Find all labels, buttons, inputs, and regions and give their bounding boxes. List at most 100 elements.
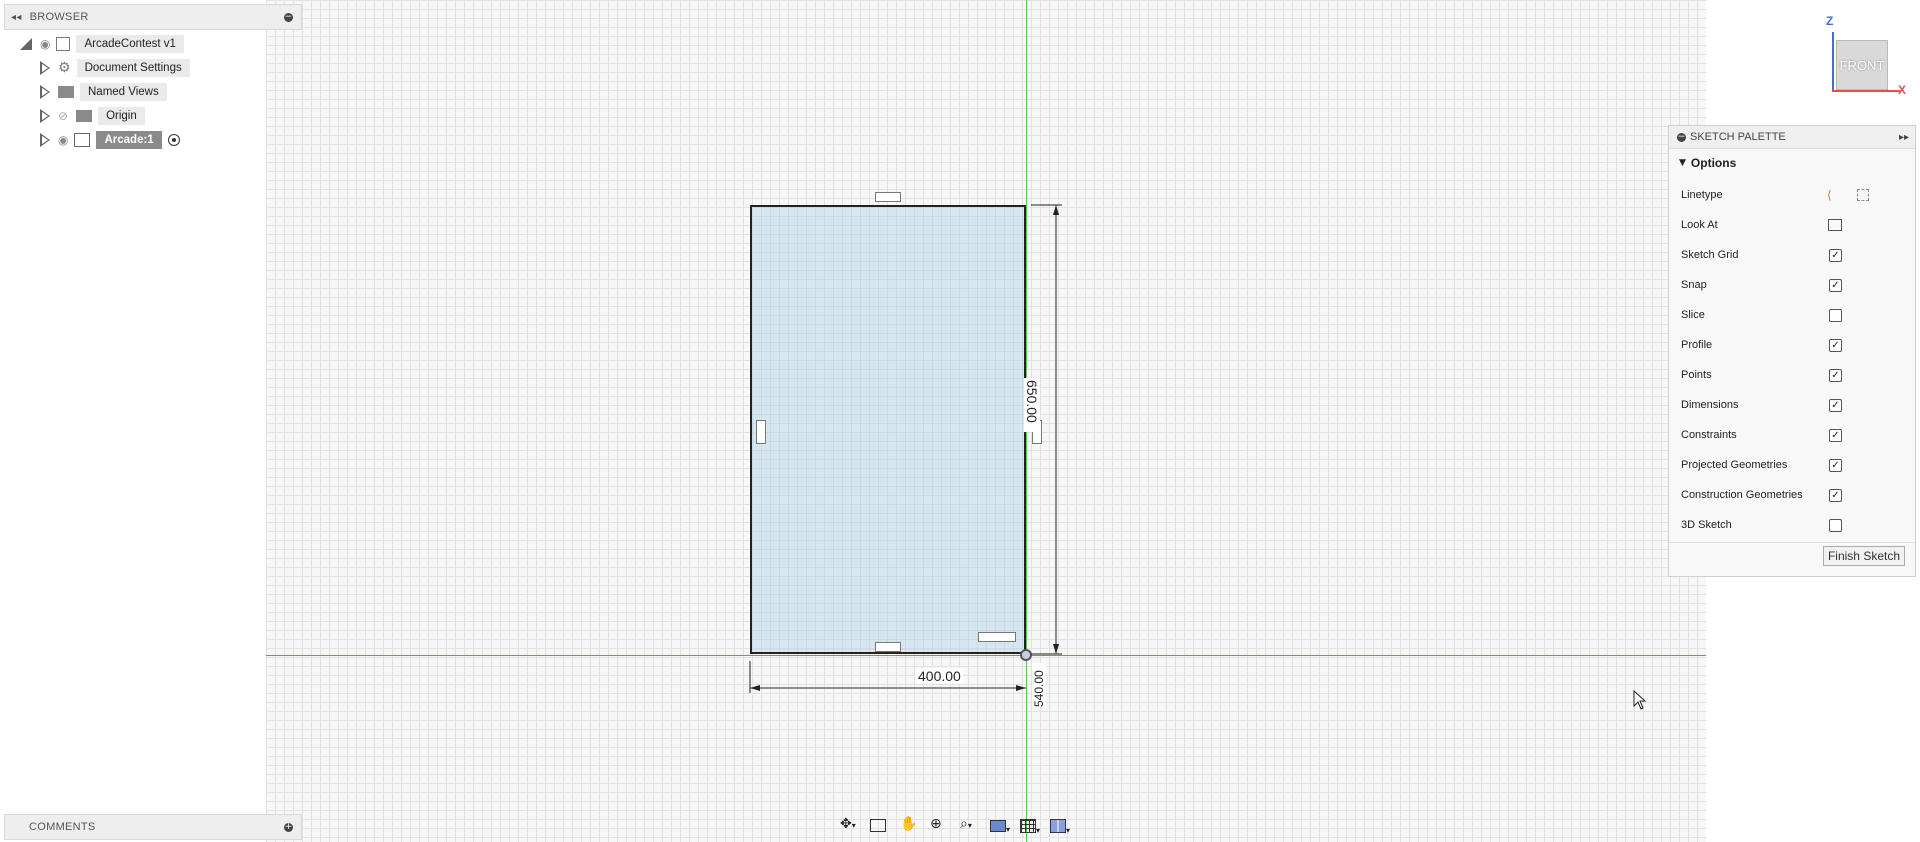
construction-linetype-icon[interactable]: ⟨ [1827,188,1832,202]
collapse-arrow-icon[interactable]: ▼ [1679,158,1686,168]
activate-radio-icon[interactable] [167,134,180,146]
x-axis-line [266,655,1706,656]
z-axis-indicator [1832,32,1834,90]
dimension-width-label[interactable]: 400.00 [916,668,963,684]
constraints-checkbox[interactable]: ✓ [1829,428,1842,442]
option-label: Construction Geometries [1681,489,1803,501]
dropdown-arrow-icon[interactable]: ▾ [852,821,856,830]
horizontal-constraint-icon[interactable] [875,642,901,652]
tree-item-origin[interactable]: ⊘ Origin [40,106,145,126]
horizontal-constraint-icon[interactable] [875,192,901,202]
option-label: Profile [1681,339,1713,351]
axis-x-label: X [1898,83,1907,97]
comments-header[interactable]: COMMENTS + [4,814,302,840]
3d-sketch-checkbox[interactable] [1829,518,1842,532]
view-cube[interactable]: Z X FRONT [1826,14,1906,98]
option-profile: Profile ✓ [1681,335,1901,355]
palette-divider [1669,542,1915,543]
look-at-icon[interactable] [1828,219,1842,231]
look-at-icon [870,819,886,832]
option-label: Constraints [1681,429,1737,441]
browser-panel: ◂◂ BROWSER − [4,4,302,30]
expand-triangle-icon[interactable] [20,38,32,50]
sketch-palette: − SKETCH PALETTE ▸▸ ▼ Options Linetype ⟨… [1668,125,1916,577]
browser-header[interactable]: ◂◂ BROWSER − [4,4,302,30]
dropdown-arrow-icon[interactable]: ▾ [1066,826,1070,835]
construction-geometries-checkbox[interactable]: ✓ [1829,488,1842,502]
minus-icon[interactable]: − [284,12,293,22]
snap-checkbox[interactable]: ✓ [1829,278,1842,292]
option-construction-geometries: Construction Geometries ✓ [1681,485,1901,505]
profile-checkbox[interactable]: ✓ [1829,338,1842,352]
zoom-button[interactable]: ⊕ [930,816,956,836]
tree-item-label[interactable]: Document Settings [76,59,190,77]
component-icon [56,37,71,51]
pan-button[interactable]: ✋ [900,816,926,836]
finish-sketch-button[interactable]: Finish Sketch [1822,546,1905,566]
option-label: Linetype [1681,189,1723,201]
dropdown-arrow-icon[interactable]: ▾ [1036,826,1040,835]
expand-arrow-icon[interactable] [40,61,50,75]
fit-button[interactable]: ⌕▾ [960,816,986,836]
magnifier-icon: ⌕ [960,816,968,832]
option-linetype: Linetype ⟨ [1681,185,1901,205]
viewports-button[interactable]: ▾ [1050,816,1076,836]
dimension-small-label[interactable]: 540.00 [1032,663,1046,707]
view-cube-face-label: FRONT [1839,57,1885,73]
view-cube-front-face[interactable]: FRONT [1836,40,1888,90]
grid-settings-button[interactable]: ▾ [1020,816,1046,836]
eye-hidden-icon[interactable]: ⊘ [58,109,68,123]
centerline-linetype-icon[interactable] [1857,189,1869,201]
points-checkbox[interactable]: ✓ [1829,368,1842,382]
tree-item-arcade[interactable]: ◉ Arcade:1 [40,130,180,150]
tree-root[interactable]: ◉ ArcadeContest v1 [20,34,184,54]
sketch-grid-checkbox[interactable]: ✓ [1829,248,1842,262]
eye-icon[interactable]: ◉ [40,37,50,51]
expand-arrow-icon[interactable] [40,133,50,147]
tree-item-document-settings[interactable]: ⚙ Document Settings [40,58,190,78]
option-snap: Snap ✓ [1681,275,1901,295]
palette-header[interactable]: − SKETCH PALETTE ▸▸ [1669,126,1915,149]
expand-icon[interactable]: ▸▸ [1899,132,1909,143]
mouse-cursor-icon [1633,690,1647,710]
tree-item-label[interactable]: Arcade:1 [96,131,162,149]
sketch-profile-rectangle[interactable] [750,205,1026,654]
options-section-header[interactable]: ▼ Options [1679,156,1736,170]
option-label: Sketch Grid [1681,249,1739,261]
collapse-icon[interactable]: ◂◂ [11,12,22,23]
look-at-button[interactable] [870,816,896,836]
dropdown-arrow-icon[interactable]: ▾ [968,821,972,830]
coincident-constraint-icon[interactable] [978,632,1016,642]
display-settings-button[interactable]: ▾ [990,816,1016,836]
gear-icon: ⚙ [58,60,71,76]
tree-item-label[interactable]: Named Views [80,83,167,101]
navigation-toolbar: ✥▾ ✋ ⊕ ⌕▾ ▾ ▾ ▾ [840,815,1076,837]
vertical-constraint-icon[interactable] [756,420,766,444]
origin-point[interactable] [1020,649,1032,661]
projected-geometries-checkbox[interactable]: ✓ [1829,458,1842,472]
expand-arrow-icon[interactable] [40,85,50,99]
dropdown-arrow-icon[interactable]: ▾ [1006,825,1010,834]
slice-checkbox[interactable] [1829,308,1842,322]
expand-arrow-icon[interactable] [40,109,50,123]
option-look-at: Look At [1681,215,1901,235]
tree-item-named-views[interactable]: Named Views [40,82,167,102]
axis-z-label: Z [1826,14,1834,28]
plus-icon[interactable]: + [284,822,293,832]
dimension-height-label[interactable]: 650.00 [1024,378,1040,432]
root-label[interactable]: ArcadeContest v1 [76,35,184,53]
eye-icon[interactable]: ◉ [58,133,68,147]
minus-icon[interactable]: − [1677,132,1686,142]
tree-item-label[interactable]: Origin [98,107,145,125]
folder-icon [58,86,74,98]
x-axis-indicator [1832,90,1900,92]
option-label: Projected Geometries [1681,459,1788,471]
orbit-icon: ✥ [840,816,852,832]
dimensions-checkbox[interactable]: ✓ [1829,398,1842,412]
orbit-button[interactable]: ✥▾ [840,816,866,836]
option-constraints: Constraints ✓ [1681,425,1901,445]
palette-title: SKETCH PALETTE [1690,131,1786,143]
options-label: Options [1690,156,1737,170]
option-projected-geometries: Projected Geometries ✓ [1681,455,1901,475]
browser-title: BROWSER [29,11,89,23]
